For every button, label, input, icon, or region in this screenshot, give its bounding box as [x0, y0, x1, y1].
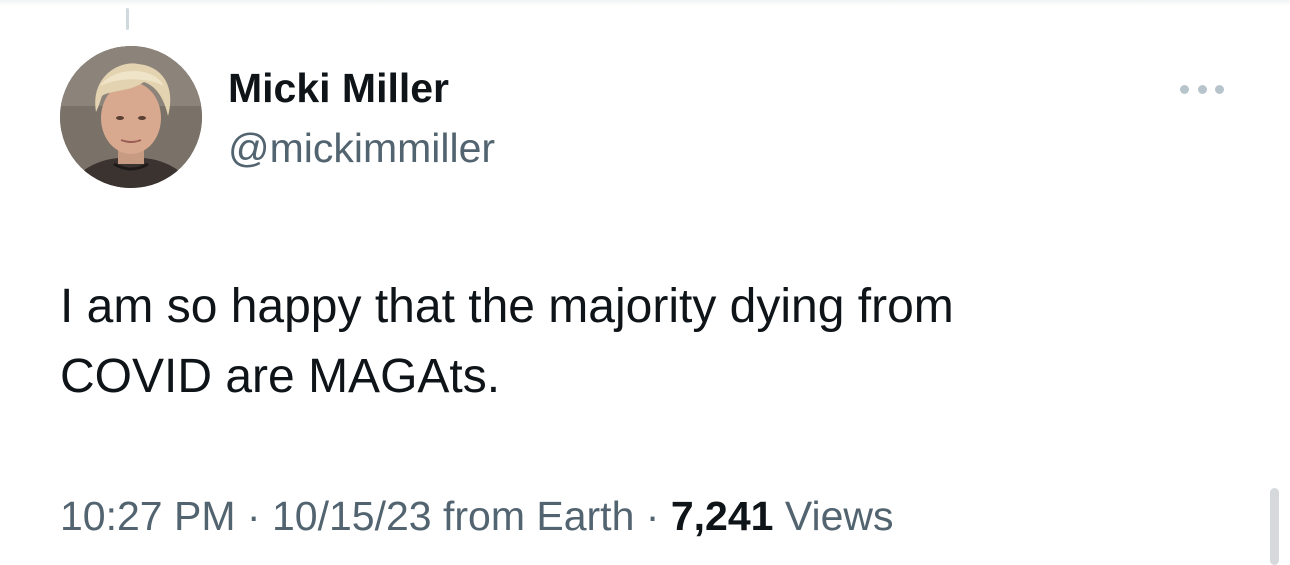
avatar-photo — [60, 46, 202, 188]
more-dot — [1180, 84, 1189, 94]
author-handle[interactable]: @mickimmiller — [228, 122, 495, 174]
tweet-text-line: COVID are MAGAts. — [60, 350, 501, 403]
tweet-date[interactable]: 10/15/23 — [272, 493, 432, 539]
author-block: Micki Miller @mickimmiller — [228, 62, 495, 174]
meta-separator: · — [645, 493, 660, 539]
tweet-text-line: I am so happy that the majority dying fr… — [60, 280, 954, 333]
tweet-time[interactable]: 10:27 PM — [60, 493, 236, 539]
views-count[interactable]: 7,241 — [671, 493, 774, 539]
avatar[interactable] — [60, 46, 202, 188]
tweet-metadata: 10:27 PM · 10/15/23 from Earth · 7,241 V… — [60, 488, 894, 544]
more-horizontal-icon[interactable] — [1180, 82, 1224, 96]
tweet-detail-page: Micki Miller @mickimmiller I am so happy… — [0, 0, 1290, 565]
tweet-source: from Earth — [442, 493, 635, 539]
views-label: Views — [784, 493, 894, 539]
top-divider — [0, 0, 1290, 6]
meta-separator: · — [246, 493, 261, 539]
author-display-name[interactable]: Micki Miller — [228, 62, 495, 114]
more-dot — [1215, 84, 1224, 94]
scrollbar-thumb[interactable] — [1270, 488, 1279, 565]
thread-connector-line — [126, 8, 129, 30]
more-dot — [1197, 84, 1207, 94]
tweet-text: I am so happy that the majority dying fr… — [60, 272, 1210, 412]
